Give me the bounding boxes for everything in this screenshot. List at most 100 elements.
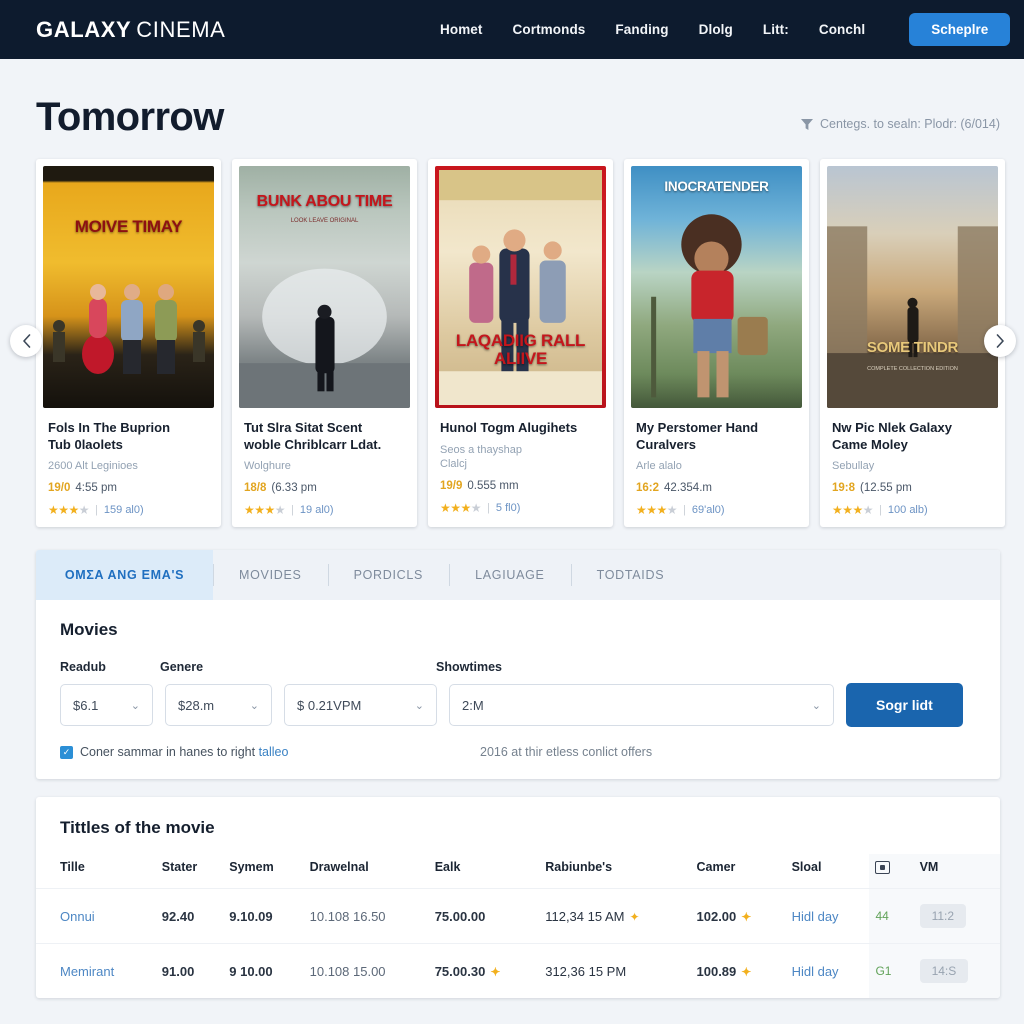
col-ealk[interactable]: Ealk <box>429 854 540 889</box>
consent-checkbox-row[interactable]: ✓ Coner sammar in hanes to right talleo <box>60 745 480 759</box>
movie-title-line2: Curalvers <box>636 436 696 452</box>
rating-count: 159 al0) <box>103 504 144 517</box>
movie-time: (6.33 pm <box>271 482 317 495</box>
tab-movies[interactable]: MOVIDES <box>213 550 328 600</box>
page-titlebar: Tomorrow Centegs. to sealn: Plodr: (6/01… <box>0 59 1024 137</box>
movie-showtime: 18/8 (6.33 pm <box>244 482 405 494</box>
movie-subtitle: Wolghure <box>244 459 405 474</box>
cell-stater: 91.00 <box>155 943 224 999</box>
cell-title[interactable]: Onnui <box>36 888 156 944</box>
movie-subtitle-line2: Clalcj <box>440 458 467 471</box>
movie-title-line1: Hunol Togm Alugihets <box>440 420 578 435</box>
cell-vm: 14:S <box>913 943 1000 999</box>
consent-link[interactable]: talleo <box>259 745 289 759</box>
checkbox-checked-icon[interactable]: ✓ <box>60 745 73 759</box>
tab-details[interactable]: TODTAIDS <box>570 550 691 600</box>
movie-title-line1: Tut Slra Sitat Scent <box>244 420 363 435</box>
movie-title-line1: Nw Pic Nlek Galaxy <box>832 420 952 435</box>
rating-separator: | <box>487 502 490 515</box>
nav-item-5[interactable]: Conchl <box>819 22 865 37</box>
movie-subtitle: Sebullay <box>832 459 993 474</box>
table-body: Onnui 92.40 9.10.09 10.108 16.50 75.00.0… <box>36 888 1000 999</box>
nav-item-4[interactable]: Litt: <box>763 22 789 37</box>
chevron-right-icon <box>996 334 1004 348</box>
cell-sloal[interactable]: Hidl day <box>785 888 870 944</box>
filter-controls: $6.1 ⌄ $28.m ⌄ $ 0.21VPM ⌄ 2:M ⌄ Sogr li… <box>60 683 976 728</box>
table-row[interactable]: Memirant 91.00 9 10.00 10.108 15.00 75.0… <box>36 943 1000 999</box>
nav-item-2[interactable]: Fanding <box>615 22 668 37</box>
poster-artwork <box>651 214 768 398</box>
rating-separator: | <box>683 504 686 517</box>
cell-camer-text: 100.89 <box>696 963 737 979</box>
movie-poster[interactable]: MOIVE TIMAY <box>43 166 214 408</box>
cell-sloal[interactable]: Hidl day <box>785 943 870 999</box>
schedule-button[interactable]: Scheplre <box>909 13 1011 46</box>
cell-camer: 100.89 ✦ <box>690 943 786 999</box>
tab-showtimes[interactable]: OMΣA ANG EMA'S <box>36 550 213 601</box>
movie-card[interactable]: BUNK ABOU TIME LOOK LEAVE ORIGINAL Tut S… <box>232 159 417 528</box>
search-button[interactable]: Sogr lidt <box>846 683 963 728</box>
filter-body: Movies Readub Genere Showtimes $6.1 ⌄ $2… <box>36 600 1000 779</box>
brand-logo[interactable]: GALAXY CINEMA <box>36 17 225 43</box>
app-header: GALAXY CINEMA Homet Cortmonds Fanding Dlo… <box>0 0 1024 59</box>
format-select-value: $ 0.21VPM <box>297 697 362 713</box>
movie-card[interactable]: LAQADIIG RALL ALIIVE Hunol Togm Alugihet… <box>428 159 613 528</box>
movie-time: 4:55 pm <box>75 482 117 495</box>
movie-poster[interactable]: LAQADIIG RALL ALIIVE <box>435 166 606 408</box>
col-drawelnal[interactable]: Drawelnal <box>304 854 429 889</box>
movie-poster[interactable]: BUNK ABOU TIME LOOK LEAVE ORIGINAL <box>239 166 410 408</box>
movie-title-line2: Tub 0laolets <box>48 436 123 452</box>
tab-language[interactable]: LAGIUAGE <box>449 550 571 600</box>
format-select[interactable]: $ 0.21VPM ⌄ <box>284 684 437 727</box>
poster-title-text: MOIVE TIMAY <box>74 217 183 236</box>
nav-item-0[interactable]: Homet <box>440 22 483 37</box>
showtimes-select[interactable]: 2:M ⌄ <box>449 684 834 727</box>
movie-rating: ★★★★ | 159 al0) <box>48 503 209 517</box>
page-title: Tomorrow <box>36 95 224 139</box>
rating-separator: | <box>879 504 882 517</box>
movie-card[interactable]: SOME TINDR COMPLETE COLLECTION EDITION N… <box>820 159 1005 528</box>
filter-summary[interactable]: Centegs. to sealn: Plodr: (6/014) <box>801 117 1000 137</box>
cell-drawelnal: 10.108 16.50 <box>303 888 429 944</box>
poster-title-text: SOME TINDR <box>866 339 959 357</box>
poster-artwork <box>439 170 602 406</box>
chevron-down-icon: ⌄ <box>249 699 259 712</box>
movie-rating: ★★★★ | 19 al0) <box>244 503 405 517</box>
col-display-icon[interactable] <box>869 854 914 889</box>
cell-rabiunbe: 112,34 15 AM ✦ <box>539 888 691 944</box>
nav-item-3[interactable]: Dlolg <box>699 22 733 37</box>
col-symem[interactable]: Symem <box>223 854 303 889</box>
movie-time: 42.354.m <box>664 482 712 495</box>
col-sloal[interactable]: Sloal <box>786 854 870 889</box>
col-title[interactable]: Tille <box>36 854 156 889</box>
genere-select[interactable]: $28.m ⌄ <box>165 684 272 727</box>
cell-num: G1 <box>869 943 914 999</box>
movie-title-line1: Fols In The Buprion <box>48 420 171 435</box>
movie-time: (12.55 pm <box>860 482 912 495</box>
funnel-icon <box>801 118 814 130</box>
col-stater[interactable]: Stater <box>156 854 223 889</box>
rating-stars: ★★★★ <box>440 501 482 516</box>
carousel-prev-button[interactable] <box>10 325 42 357</box>
movie-card[interactable]: MOIVE TIMAY Fols In The Buprion Tub 0lao… <box>36 159 221 528</box>
col-rabiunbes[interactable]: Rabiunbe's <box>539 854 690 889</box>
table-row[interactable]: Onnui 92.40 9.10.09 10.108 16.50 75.00.0… <box>36 888 1000 944</box>
col-camer[interactable]: Camer <box>691 854 786 889</box>
cell-ealk-text: 75.00.30 <box>434 963 486 979</box>
movie-badge: 16:2 <box>636 482 660 495</box>
cell-title[interactable]: Memirant <box>36 943 156 999</box>
tab-products[interactable]: PORDICLS <box>327 550 450 600</box>
movie-poster[interactable]: INOCRATENDER <box>631 166 802 408</box>
col-vm[interactable]: VM <box>913 854 1000 889</box>
movie-card[interactable]: INOCRATENDER My Perstomer Hand Curalvers… <box>624 159 809 528</box>
poster-title-text: INOCRATENDER <box>664 179 769 194</box>
label-genere: Genere <box>160 660 204 675</box>
readub-select[interactable]: $6.1 ⌄ <box>60 684 153 727</box>
rating-count: 19 al0) <box>299 504 334 517</box>
movie-poster[interactable]: SOME TINDR COMPLETE COLLECTION EDITION <box>827 166 998 408</box>
movie-title: Fols In The Buprion Tub 0laolets <box>48 420 209 453</box>
carousel-next-button[interactable] <box>984 325 1016 357</box>
movie-carousel: MOIVE TIMAY Fols In The Buprion Tub 0lao… <box>0 159 1024 528</box>
nav-item-1[interactable]: Cortmonds <box>513 22 586 37</box>
movie-title: Hunol Togm Alugihets <box>440 420 601 437</box>
